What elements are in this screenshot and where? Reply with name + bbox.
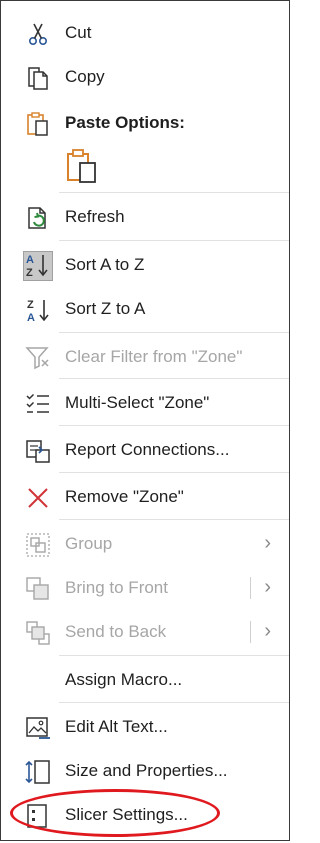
menu-label: Remove "Zone" <box>65 487 184 506</box>
multi-select-icon <box>25 391 51 417</box>
svg-text:A: A <box>26 254 34 266</box>
separator <box>59 472 289 473</box>
menu-label: Assign Macro... <box>65 670 183 689</box>
menu-label: Sort Z to A <box>65 299 146 318</box>
refresh-icon <box>25 205 51 231</box>
group-icon <box>25 532 51 558</box>
menu-label: Send to Back <box>65 622 167 641</box>
split-divider <box>250 577 251 599</box>
menu-item-copy[interactable]: Copy <box>1 54 289 100</box>
menu-item-edit-alt-text[interactable]: Edit Alt Text... <box>1 704 289 750</box>
menu-label: Report Connections... <box>65 440 230 459</box>
bring-to-front-icon <box>25 576 51 602</box>
menu-item-cut[interactable]: Cut <box>1 10 289 56</box>
separator <box>59 240 289 241</box>
red-highlight-ellipse <box>10 789 220 837</box>
separator <box>59 655 289 656</box>
context-menu: Cut Copy Paste Options: Refresh AZ Sort … <box>0 0 290 841</box>
menu-label: Multi-Select "Zone" <box>65 393 210 412</box>
menu-label: Group <box>65 534 113 553</box>
scissors-icon <box>25 21 51 47</box>
menu-item-multi-select[interactable]: Multi-Select "Zone" <box>1 380 289 426</box>
chevron-right-icon[interactable]: › <box>264 609 271 653</box>
separator <box>59 378 289 379</box>
separator <box>59 702 289 703</box>
clear-filter-icon <box>25 345 51 371</box>
menu-item-clear-filter[interactable]: Clear Filter from "Zone" <box>1 334 289 380</box>
menu-label: Edit Alt Text... <box>65 717 168 736</box>
svg-text:Z: Z <box>27 299 34 311</box>
menu-item-group[interactable]: Group › <box>1 521 289 567</box>
menu-label: Sort A to Z <box>65 255 145 274</box>
menu-item-bring-to-front[interactable]: Bring to Front › <box>1 565 289 611</box>
paste-icon <box>25 111 51 137</box>
separator <box>59 425 289 426</box>
menu-label: Paste Options: <box>65 113 185 132</box>
svg-text:A: A <box>27 312 35 323</box>
copy-icon <box>25 65 51 91</box>
paste-clipboard-button[interactable] <box>65 148 99 184</box>
menu-item-remove[interactable]: Remove "Zone" <box>1 474 289 520</box>
size-properties-icon <box>25 759 51 785</box>
menu-label: Cut <box>65 23 92 42</box>
menu-item-send-to-back[interactable]: Send to Back › <box>1 609 289 655</box>
menu-label: Refresh <box>65 207 125 226</box>
menu-item-sort-a-to-z[interactable]: AZ Sort A to Z <box>1 242 289 288</box>
chevron-right-icon: › <box>264 532 271 554</box>
menu-label: Bring to Front <box>65 578 168 597</box>
alt-text-icon <box>25 715 51 741</box>
menu-item-report-connections[interactable]: Report Connections... <box>1 427 289 473</box>
menu-label: Clear Filter from "Zone" <box>65 347 243 366</box>
menu-item-paste-options: Paste Options: <box>1 100 289 146</box>
menu-label: Copy <box>65 67 105 86</box>
split-divider <box>250 621 251 643</box>
chevron-right-icon[interactable]: › <box>264 565 271 609</box>
svg-text:Z: Z <box>26 267 33 278</box>
sort-z-to-a-icon: ZA <box>25 297 51 323</box>
report-connections-icon <box>25 438 51 464</box>
separator <box>59 192 289 193</box>
sort-a-to-z-icon: AZ <box>23 251 53 281</box>
separator <box>59 519 289 520</box>
menu-item-size-and-properties[interactable]: Size and Properties... <box>1 748 289 794</box>
menu-item-assign-macro[interactable]: Assign Macro... <box>1 657 289 703</box>
remove-x-icon <box>25 485 51 511</box>
menu-item-refresh[interactable]: Refresh <box>1 194 289 240</box>
menu-item-sort-z-to-a[interactable]: ZA Sort Z to A <box>1 286 289 332</box>
paste-clipboard-icon <box>65 149 99 188</box>
menu-label: Size and Properties... <box>65 761 228 780</box>
send-to-back-icon <box>25 620 51 646</box>
separator <box>59 332 289 333</box>
